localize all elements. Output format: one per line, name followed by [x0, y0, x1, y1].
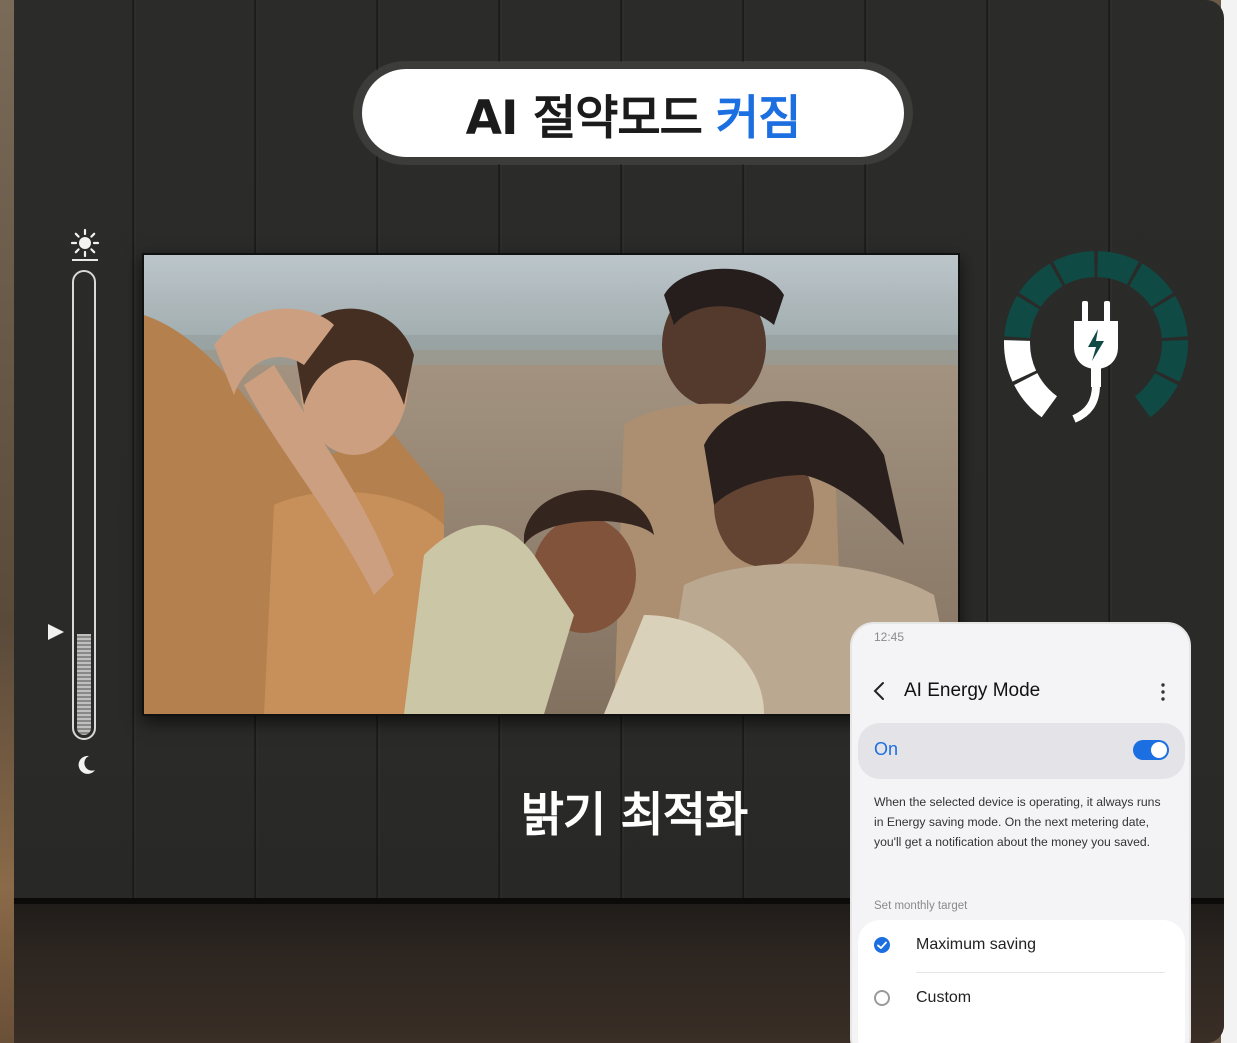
- title-pill-inner: AI 절약모드 커짐: [362, 69, 904, 157]
- option-label: Custom: [916, 989, 972, 1006]
- option-maximum-saving[interactable]: Maximum saving: [858, 920, 1185, 972]
- more-options-icon[interactable]: [1161, 683, 1165, 701]
- unchecked-radio-icon[interactable]: [874, 990, 890, 1006]
- target-options: Maximum saving Custom: [858, 920, 1185, 1043]
- toggle-label: On: [874, 739, 899, 759]
- tv-screen: [142, 253, 960, 716]
- feature-caption: 밝기 최적화: [520, 788, 749, 843]
- phone-screen: 12:45 AI Energy Mode On When the selecte…: [850, 622, 1191, 1043]
- promo-banner: AI 절약모드 커짐 밝기 최적화 12:45 AI Energy Mode O…: [0, 0, 1237, 1043]
- title-status-text: 커짐: [715, 90, 801, 146]
- gauge-segment: [1019, 263, 1063, 307]
- checked-radio-icon[interactable]: [874, 937, 890, 953]
- monthly-target-label: Set monthly target: [874, 900, 968, 912]
- back-arrow-icon[interactable]: [872, 681, 886, 701]
- energy-gauge: [1004, 251, 1188, 423]
- gauge-segment: [1134, 373, 1178, 418]
- gauge-segment: [1155, 340, 1188, 382]
- gauge-segment: [1097, 251, 1139, 285]
- family-photo: [144, 255, 958, 714]
- status-bar-time: 12:45: [874, 630, 905, 644]
- mode-description: When the selected device is operating, i…: [874, 795, 1161, 849]
- brightness-slider[interactable]: [72, 270, 96, 740]
- slider-top-marker: [72, 259, 98, 261]
- gauge-segment: [1129, 263, 1173, 307]
- ai-energy-mode-toggle[interactable]: [1133, 740, 1169, 760]
- brightness-slider-fill: [77, 634, 91, 735]
- option-custom[interactable]: Custom: [858, 973, 1185, 1025]
- sun-icon: [70, 228, 100, 258]
- gauge-segment-active: [1014, 373, 1058, 418]
- left-edge-background: [0, 0, 14, 1043]
- title-pill: AI 절약모드 커짐: [354, 62, 912, 164]
- gauge-segment-active: [1004, 340, 1037, 382]
- option-label: Maximum saving: [916, 936, 1037, 953]
- screen-title: AI Energy Mode: [904, 680, 1041, 701]
- title-text: AI 절약모드: [465, 90, 703, 146]
- ai-energy-mode-toggle-row[interactable]: On: [858, 723, 1185, 779]
- gauge-segment: [1053, 251, 1095, 285]
- moon-icon: [78, 755, 95, 774]
- plug-icon: [1072, 301, 1118, 423]
- app-header: AI Energy Mode: [852, 674, 1189, 708]
- toggle-knob: [1151, 742, 1167, 758]
- slider-pointer-icon[interactable]: [48, 623, 64, 640]
